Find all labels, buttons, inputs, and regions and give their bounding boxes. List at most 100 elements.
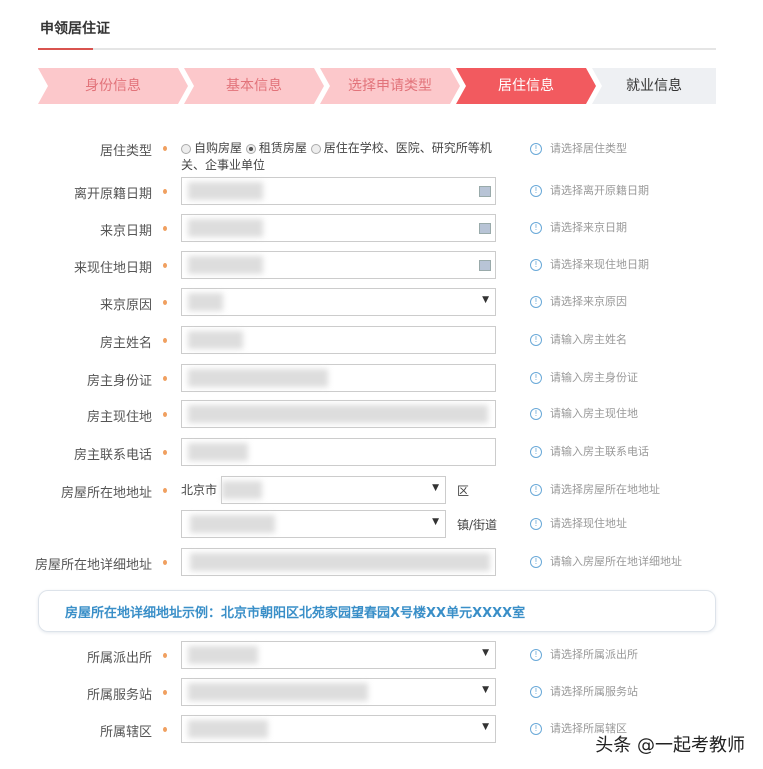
calendar-icon[interactable] [479, 260, 491, 271]
info-icon: ! [530, 518, 542, 530]
hint-text: 请输入房主现住地 [550, 407, 638, 420]
street-select[interactable]: ▼ [181, 510, 446, 538]
chevron-down-icon: ▼ [482, 685, 489, 695]
hint-text: 请选择居住类型 [550, 142, 627, 155]
step-residence[interactable]: 居住信息 [456, 68, 596, 104]
field-label: 房主姓名 [99, 336, 152, 351]
field-input[interactable] [181, 177, 496, 205]
step-employment[interactable]: 就业信息 [592, 68, 716, 104]
field-input[interactable] [181, 326, 496, 354]
form-row: 房主姓名! 请输入房主姓名 [0, 326, 763, 354]
field-hint: ! 请选择离开原籍日期 [530, 182, 649, 198]
chevron-down-icon: ▼ [482, 722, 489, 732]
field-input[interactable] [181, 251, 496, 279]
form-row: 来现住地日期! 请选择来现住地日期 [0, 251, 763, 279]
info-icon: ! [530, 185, 542, 197]
radio-rent[interactable]: 租赁房屋 [245, 141, 307, 155]
district-suffix: 区 [457, 484, 470, 498]
calendar-icon[interactable] [479, 223, 491, 234]
field-input[interactable] [181, 400, 496, 428]
chevron-down-icon: ▼ [482, 648, 489, 658]
radio-own-label: 自购房屋 [194, 141, 243, 155]
field-hint: ! 请输入房主现住地 [530, 405, 638, 421]
required-marker [163, 412, 167, 417]
district-select[interactable]: ▼ [221, 476, 446, 504]
field-hint: ! 请选择所属服务站 [530, 683, 638, 699]
hint-text: 请选择离开原籍日期 [550, 184, 649, 197]
step-basic[interactable]: 基本信息 [184, 68, 324, 104]
required-marker [163, 263, 167, 268]
detail-address-row: 房屋所在地详细地址 ! 请输入房屋所在地详细地址 [0, 548, 763, 576]
hint-text: 请输入房主姓名 [550, 333, 627, 346]
hint-text: 请选择来京日期 [550, 221, 627, 234]
field-label: 房主现住地 [86, 410, 152, 425]
field-label: 所属辖区 [99, 725, 152, 740]
form-row: 房主现住地 ! 请输入房主现住地 [0, 400, 763, 428]
detail-address-input[interactable] [181, 548, 496, 576]
field-label: 所属服务站 [86, 688, 152, 703]
address-hint: ! 请选择房屋所在地地址 [530, 481, 660, 497]
form-row: 所属服务站 ▼! 请选择所属服务站 [0, 678, 763, 706]
field-select[interactable]: ▼ [181, 641, 496, 669]
page-title: 申领居住证 [40, 21, 110, 37]
info-icon: ! [530, 649, 542, 661]
field-input[interactable] [181, 214, 496, 242]
watermark: 头条 @一起考教师 [595, 735, 745, 756]
chevron-down-icon: ▼ [432, 483, 439, 493]
form-row: 离开原籍日期! 请选择离开原籍日期 [0, 177, 763, 205]
hint-text: 请选择来京原因 [550, 295, 627, 308]
step-apply-type[interactable]: 选择申请类型 [320, 68, 460, 104]
required-marker [163, 653, 167, 658]
hint-text: 请选择所属派出所 [550, 648, 638, 661]
info-icon: ! [530, 446, 542, 458]
field-hint: ! 请输入房主联系电话 [530, 443, 649, 459]
field-hint: ! 请选择来京日期 [530, 219, 627, 235]
hint-text: 请输入房屋所在地详细地址 [550, 555, 682, 568]
field-hint: ! 请输入房主姓名 [530, 331, 627, 347]
field-label: 所属派出所 [86, 651, 152, 666]
hint-text: 请输入房主联系电话 [550, 445, 649, 458]
radio-rent-label: 租赁房屋 [258, 141, 307, 155]
required-marker [163, 226, 167, 231]
form-row: 房主身份证 ! 请输入房主身份证 [0, 364, 763, 392]
required-marker [163, 146, 167, 151]
field-input[interactable] [181, 364, 496, 392]
radio-own[interactable]: 自购房屋 [181, 141, 242, 155]
field-label: 房主联系电话 [73, 448, 152, 463]
info-icon: ! [530, 296, 542, 308]
required-marker [163, 450, 167, 455]
field-select[interactable]: ▼ [181, 678, 496, 706]
field-select[interactable]: ▼ [181, 288, 496, 316]
hint-text: 请输入房主身份证 [550, 371, 638, 384]
field-input[interactable] [181, 438, 496, 466]
detail-address-label: 房屋所在地详细地址 [34, 558, 152, 573]
info-icon: ! [530, 143, 542, 155]
field-select[interactable]: ▼ [181, 715, 496, 743]
form-row: 房主联系电话! 请输入房主联系电话 [0, 438, 763, 466]
field-label: 来现住地日期 [73, 261, 152, 276]
field-hint: ! 请选择所属派出所 [530, 646, 638, 662]
info-icon: ! [530, 723, 542, 735]
required-marker [163, 338, 167, 343]
calendar-icon[interactable] [479, 186, 491, 197]
info-icon: ! [530, 556, 542, 568]
form-row: 所属派出所 ▼! 请选择所属派出所 [0, 641, 763, 669]
hint-text: 请选择所属服务站 [550, 685, 638, 698]
field-label: 房主身份证 [86, 374, 152, 389]
required-marker [163, 690, 167, 695]
hint-text: 请选择来现住地日期 [550, 258, 649, 271]
address-example-text: 房屋所在地详细地址示例：北京市朝阳区北苑家园望春园X号楼XX单元XXXX室 [65, 606, 526, 621]
field-label: 离开原籍日期 [73, 187, 152, 202]
info-icon: ! [530, 334, 542, 346]
field-hint: ! 请输入房主身份证 [530, 369, 638, 385]
step-identity[interactable]: 身份信息 [38, 68, 188, 104]
street-row: ▼ 镇/街道 ! 请选择现住地址 [0, 510, 763, 538]
form-row: 来京原因 ▼! 请选择来京原因 [0, 288, 763, 316]
required-marker [163, 376, 167, 381]
address-example-tooltip: 房屋所在地详细地址示例：北京市朝阳区北苑家园望春园X号楼XX单元XXXX室 [38, 590, 716, 632]
info-icon: ! [530, 484, 542, 496]
info-icon: ! [530, 222, 542, 234]
field-label: 来京原因 [99, 298, 152, 313]
residence-type-hint: ! 请选择居住类型 [530, 140, 627, 156]
info-icon: ! [530, 686, 542, 698]
